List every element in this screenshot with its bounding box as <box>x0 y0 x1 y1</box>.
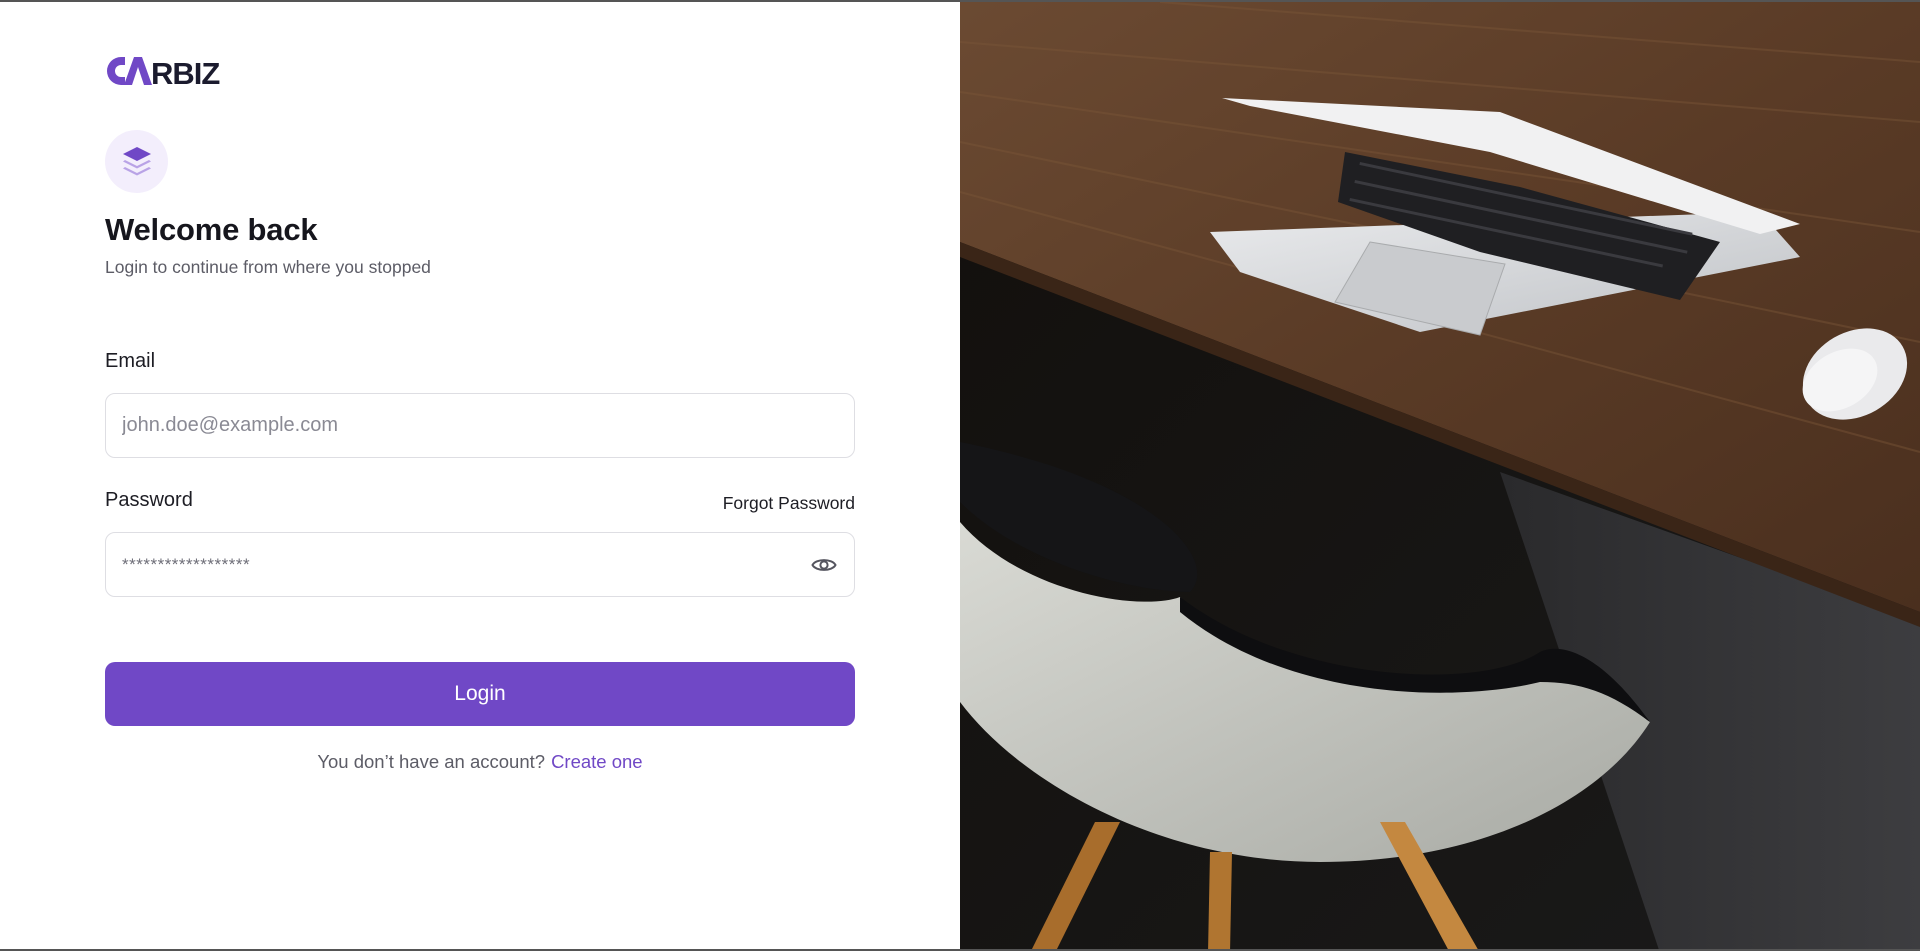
signup-prompt: You don’t have an account? Create one <box>105 751 855 773</box>
email-input[interactable] <box>122 414 838 437</box>
email-label: Email <box>105 350 156 372</box>
forgot-password-link[interactable]: Forgot Password <box>723 493 855 514</box>
signup-prompt-text: You don’t have an account? <box>317 751 546 772</box>
password-input[interactable]: ****************** <box>122 555 810 575</box>
layers-icon <box>105 130 168 193</box>
desk-photo <box>960 2 1920 949</box>
svg-text:RBIZ: RBIZ <box>151 56 220 87</box>
login-button[interactable]: Login <box>105 662 855 726</box>
login-panel: RBIZ Welcome back Login to continue from… <box>0 2 960 949</box>
create-account-link[interactable]: Create one <box>551 751 643 772</box>
password-label: Password <box>105 489 193 511</box>
brand-logo: RBIZ <box>105 54 220 88</box>
login-page: RBIZ Welcome back Login to continue from… <box>0 0 1920 951</box>
page-subtitle: Login to continue from where you stopped <box>105 257 431 277</box>
email-field[interactable] <box>105 393 855 458</box>
hero-image <box>960 2 1920 949</box>
eye-icon[interactable] <box>810 551 838 579</box>
page-title: Welcome back <box>105 212 318 247</box>
password-field[interactable]: ****************** <box>105 532 855 597</box>
